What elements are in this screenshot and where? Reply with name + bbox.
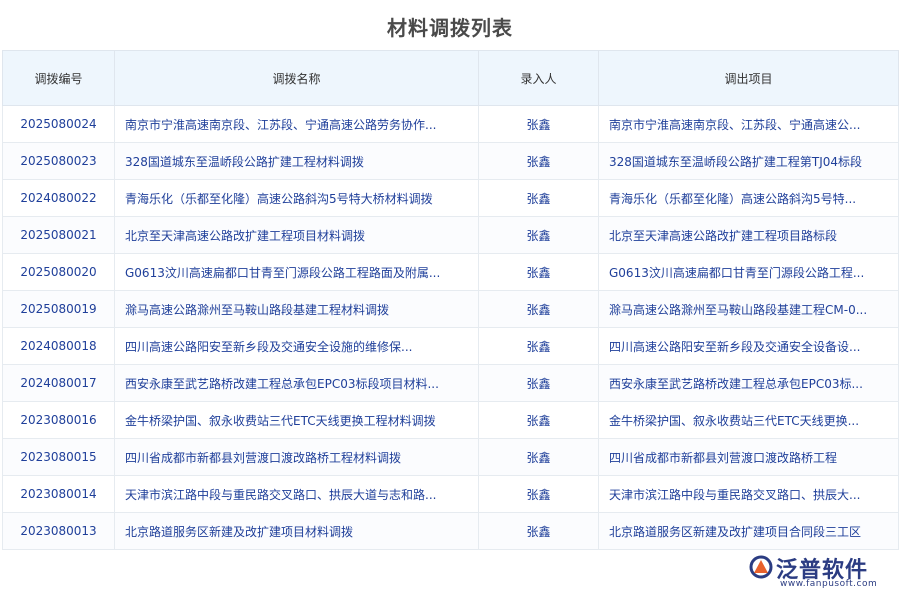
cell-source-project: 西安永康至武艺路桥改建工程总承包EPC03标... <box>599 365 899 402</box>
table-row[interactable]: 2024080017西安永康至武艺路桥改建工程总承包EPC03标段项目材料...… <box>3 365 899 402</box>
cell-transfer-name: 四川省成都市新都县刘营渡口渡改路桥工程材料调拨 <box>115 439 479 476</box>
cell-entered-by: 张鑫 <box>479 365 599 402</box>
table-row[interactable]: 2025080024南京市宁淮高速南京段、江苏段、宁通高速公路劳务协作...张鑫… <box>3 106 899 143</box>
table-row[interactable]: 2024080018四川高速公路阳安至新乡段及交通安全设施的维修保...张鑫四川… <box>3 328 899 365</box>
table-row[interactable]: 2023080013北京路道服务区新建及改扩建项目材料调拨张鑫北京路道服务区新建… <box>3 513 899 550</box>
column-header-project[interactable]: 调出项目 <box>599 51 899 106</box>
cell-transfer-code: 2025080020 <box>3 254 115 291</box>
cell-entered-by: 张鑫 <box>479 513 599 550</box>
cell-entered-by: 张鑫 <box>479 217 599 254</box>
column-header-name[interactable]: 调拨名称 <box>115 51 479 106</box>
cell-transfer-code: 2025080021 <box>3 217 115 254</box>
cell-source-project: 滁马高速公路滁州至马鞍山路段基建工程CM-0... <box>599 291 899 328</box>
cell-transfer-code: 2024080022 <box>3 180 115 217</box>
cell-transfer-name: 328国道城东至温峤段公路扩建工程材料调拨 <box>115 143 479 180</box>
cell-entered-by: 张鑫 <box>479 254 599 291</box>
page: 材料调拨列表 调拨编号 调拨名称 录入人 调出项目 2025080024南京市宁… <box>0 0 900 600</box>
cell-source-project: 北京路道服务区新建及改扩建项目合同段三工区 <box>599 513 899 550</box>
cell-transfer-code: 2025080023 <box>3 143 115 180</box>
cell-source-project: G0613汶川高速扁都口甘青至门源段公路工程... <box>599 254 899 291</box>
cell-transfer-code: 2023080016 <box>3 402 115 439</box>
cell-source-project: 328国道城东至温峤段公路扩建工程第TJ04标段 <box>599 143 899 180</box>
cell-transfer-name: 金牛桥梁护国、叙永收费站三代ETC天线更换工程材料调拨 <box>115 402 479 439</box>
cell-transfer-name: 天津市滨江路中段与重民路交叉路口、拱辰大道与志和路... <box>115 476 479 513</box>
cell-transfer-name: 青海乐化（乐都至化隆）高速公路斜沟5号特大桥材料调拨 <box>115 180 479 217</box>
cell-transfer-code: 2025080019 <box>3 291 115 328</box>
cell-transfer-name: 北京至天津高速公路改扩建工程项目材料调拨 <box>115 217 479 254</box>
cell-transfer-name: G0613汶川高速扁都口甘青至门源段公路工程路面及附属... <box>115 254 479 291</box>
cell-transfer-code: 2024080017 <box>3 365 115 402</box>
cell-source-project: 四川省成都市新都县刘营渡口渡改路桥工程 <box>599 439 899 476</box>
column-header-user[interactable]: 录入人 <box>479 51 599 106</box>
page-title: 材料调拨列表 <box>0 12 900 41</box>
table-row[interactable]: 2025080023328国道城东至温峤段公路扩建工程材料调拨张鑫328国道城东… <box>3 143 899 180</box>
brand-url: www.fanpusoft.com <box>780 579 877 589</box>
table-row[interactable]: 2025080020G0613汶川高速扁都口甘青至门源段公路工程路面及附属...… <box>3 254 899 291</box>
cell-transfer-code: 2023080014 <box>3 476 115 513</box>
cell-source-project: 天津市滨江路中段与重民路交叉路口、拱辰大... <box>599 476 899 513</box>
cell-source-project: 北京至天津高速公路改扩建工程项目路标段 <box>599 217 899 254</box>
table-row[interactable]: 2025080019滁马高速公路滁州至马鞍山路段基建工程材料调拨张鑫滁马高速公路… <box>3 291 899 328</box>
cell-transfer-code: 2025080024 <box>3 106 115 143</box>
table-row[interactable]: 2025080021北京至天津高速公路改扩建工程项目材料调拨张鑫北京至天津高速公… <box>3 217 899 254</box>
table-row[interactable]: 2023080014天津市滨江路中段与重民路交叉路口、拱辰大道与志和路...张鑫… <box>3 476 899 513</box>
cell-entered-by: 张鑫 <box>479 439 599 476</box>
cell-source-project: 青海乐化（乐都至化隆）高速公路斜沟5号特... <box>599 180 899 217</box>
table-row[interactable]: 2024080022青海乐化（乐都至化隆）高速公路斜沟5号特大桥材料调拨张鑫青海… <box>3 180 899 217</box>
table-row[interactable]: 2023080015四川省成都市新都县刘营渡口渡改路桥工程材料调拨张鑫四川省成都… <box>3 439 899 476</box>
cell-transfer-name: 北京路道服务区新建及改扩建项目材料调拨 <box>115 513 479 550</box>
cell-transfer-name: 西安永康至武艺路桥改建工程总承包EPC03标段项目材料... <box>115 365 479 402</box>
table-header-row: 调拨编号 调拨名称 录入人 调出项目 <box>3 51 899 106</box>
cell-transfer-code: 2024080018 <box>3 328 115 365</box>
column-header-code[interactable]: 调拨编号 <box>3 51 115 106</box>
cell-entered-by: 张鑫 <box>479 476 599 513</box>
cell-source-project: 四川高速公路阳安至新乡段及交通安全设备设... <box>599 328 899 365</box>
cell-transfer-code: 2023080015 <box>3 439 115 476</box>
cell-entered-by: 张鑫 <box>479 143 599 180</box>
table-row[interactable]: 2023080016金牛桥梁护国、叙永收费站三代ETC天线更换工程材料调拨张鑫金… <box>3 402 899 439</box>
brand-logo: 泛普软件 www.fanpusoft.com <box>748 552 878 592</box>
cell-source-project: 南京市宁淮高速南京段、江苏段、宁通高速公... <box>599 106 899 143</box>
cell-transfer-code: 2023080013 <box>3 513 115 550</box>
cell-entered-by: 张鑫 <box>479 106 599 143</box>
transfer-table: 调拨编号 调拨名称 录入人 调出项目 2025080024南京市宁淮高速南京段、… <box>2 50 899 550</box>
cell-entered-by: 张鑫 <box>479 180 599 217</box>
cell-transfer-name: 滁马高速公路滁州至马鞍山路段基建工程材料调拨 <box>115 291 479 328</box>
cell-transfer-name: 四川高速公路阳安至新乡段及交通安全设施的维修保... <box>115 328 479 365</box>
cell-entered-by: 张鑫 <box>479 328 599 365</box>
cell-source-project: 金牛桥梁护国、叙永收费站三代ETC天线更换... <box>599 402 899 439</box>
fanpu-logo-icon <box>748 554 774 580</box>
cell-entered-by: 张鑫 <box>479 402 599 439</box>
cell-transfer-name: 南京市宁淮高速南京段、江苏段、宁通高速公路劳务协作... <box>115 106 479 143</box>
cell-entered-by: 张鑫 <box>479 291 599 328</box>
